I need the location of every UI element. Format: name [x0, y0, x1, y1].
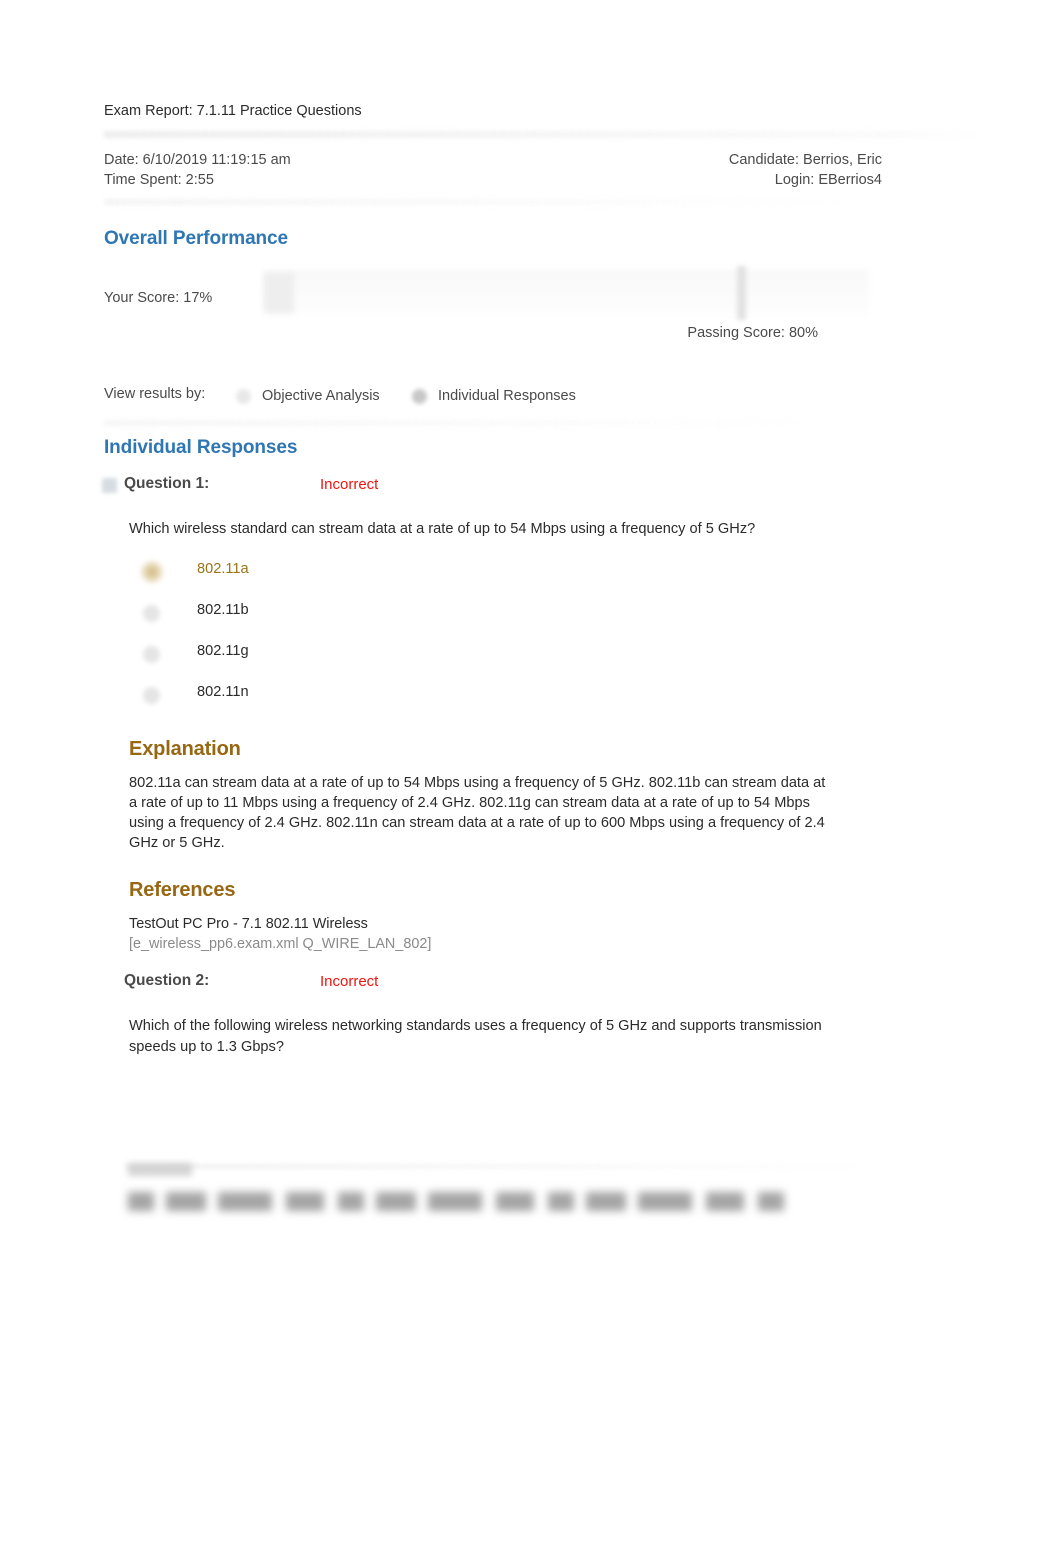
- answer-option[interactable]: 802.11g: [129, 638, 882, 679]
- radio-marker-icon[interactable]: [143, 687, 160, 705]
- answer-option-label[interactable]: 802.11g: [197, 643, 249, 659]
- exam-report-page: Exam Report: 7.1.11 Practice Questions D…: [102, 0, 990, 1058]
- login-name: Login: EBerrios4: [774, 172, 882, 189]
- answer-option[interactable]: 802.11a: [129, 556, 882, 597]
- score-bar-track: [264, 270, 869, 317]
- radio-marker-icon[interactable]: [143, 646, 160, 664]
- question-label: Question 2:: [124, 972, 210, 990]
- time-spent: Time Spent: 2:55: [104, 172, 214, 189]
- passing-score-marker: [737, 266, 746, 321]
- question-prompt: Which wireless standard can stream data …: [129, 521, 756, 538]
- page-title: Exam Report: 7.1.11 Practice Questions: [104, 103, 362, 119]
- question-header: Question 1: Incorrect: [102, 475, 882, 499]
- your-score-label: Your Score: 17%: [104, 290, 213, 307]
- radio-marker-icon[interactable]: [143, 605, 160, 623]
- references-section: References TestOut PC Pro - 7.1 802.11 W…: [129, 879, 882, 954]
- question-header: Question 2: Incorrect: [104, 972, 882, 996]
- answer-option-label[interactable]: 802.11a: [197, 561, 249, 577]
- passing-score-label: Passing Score: 80%: [687, 325, 818, 342]
- overall-performance-heading: Overall Performance: [104, 228, 288, 250]
- radio-label-objective-analysis[interactable]: Objective Analysis: [262, 388, 380, 404]
- answer-option[interactable]: 802.11b: [129, 597, 882, 638]
- title-divider: [104, 131, 990, 139]
- question-label: Question 1:: [124, 475, 210, 493]
- references-heading: References: [129, 879, 236, 902]
- answer-option-label[interactable]: 802.11n: [197, 684, 249, 700]
- view-results-by-row: View results by: Objective Analysis Indi…: [104, 380, 882, 412]
- radio-objective-analysis[interactable]: [236, 389, 251, 405]
- status-badge: Incorrect: [320, 973, 379, 991]
- answer-option[interactable]: 802.11n: [129, 679, 882, 720]
- view-results-by-label: View results by:: [104, 386, 206, 403]
- obscured-content-fragment: [104, 1150, 894, 1250]
- explanation-heading: Explanation: [129, 738, 241, 761]
- fragment-text-blur: [128, 1192, 788, 1211]
- exam-date: Date: 6/10/2019 11:19:15 am: [104, 152, 291, 169]
- answer-option-label[interactable]: 802.11b: [197, 602, 249, 618]
- fragment-divider: [126, 1164, 886, 1169]
- report-meta-row-1: Date: 6/10/2019 11:19:15 am Candidate: B…: [104, 150, 882, 170]
- view-results-divider: [104, 420, 882, 427]
- explanation-section: Explanation 802.11a can stream data at a…: [129, 738, 882, 853]
- fragment-label-blur: [128, 1163, 192, 1176]
- radio-label-individual-responses[interactable]: Individual Responses: [438, 388, 576, 404]
- score-bar-area: Your Score: 17% Passing Score: 80%: [104, 266, 882, 346]
- meta-divider: [104, 199, 904, 206]
- candidate-name: Candidate: Berrios, Eric: [728, 152, 882, 169]
- explanation-text: 802.11a can stream data at a rate of up …: [129, 775, 826, 852]
- report-meta-row-2: Time Spent: 2:55 Login: EBerrios4: [104, 170, 882, 190]
- radio-marker-icon[interactable]: [141, 561, 163, 584]
- score-bar-fill: [264, 273, 294, 314]
- answer-options: 802.11a 802.11b 802.11g 802.11n: [129, 556, 882, 720]
- individual-responses-heading: Individual Responses: [104, 437, 298, 459]
- radio-individual-responses[interactable]: [412, 389, 427, 405]
- reference-title: TestOut PC Pro - 7.1 802.11 Wireless: [129, 916, 368, 933]
- question-prompt: Which of the following wireless networki…: [129, 1018, 822, 1056]
- status-badge: Incorrect: [320, 476, 379, 494]
- reference-id: [e_wireless_pp6.exam.xml Q_WIRE_LAN_802]: [129, 936, 432, 953]
- question-status-icon: [102, 478, 117, 494]
